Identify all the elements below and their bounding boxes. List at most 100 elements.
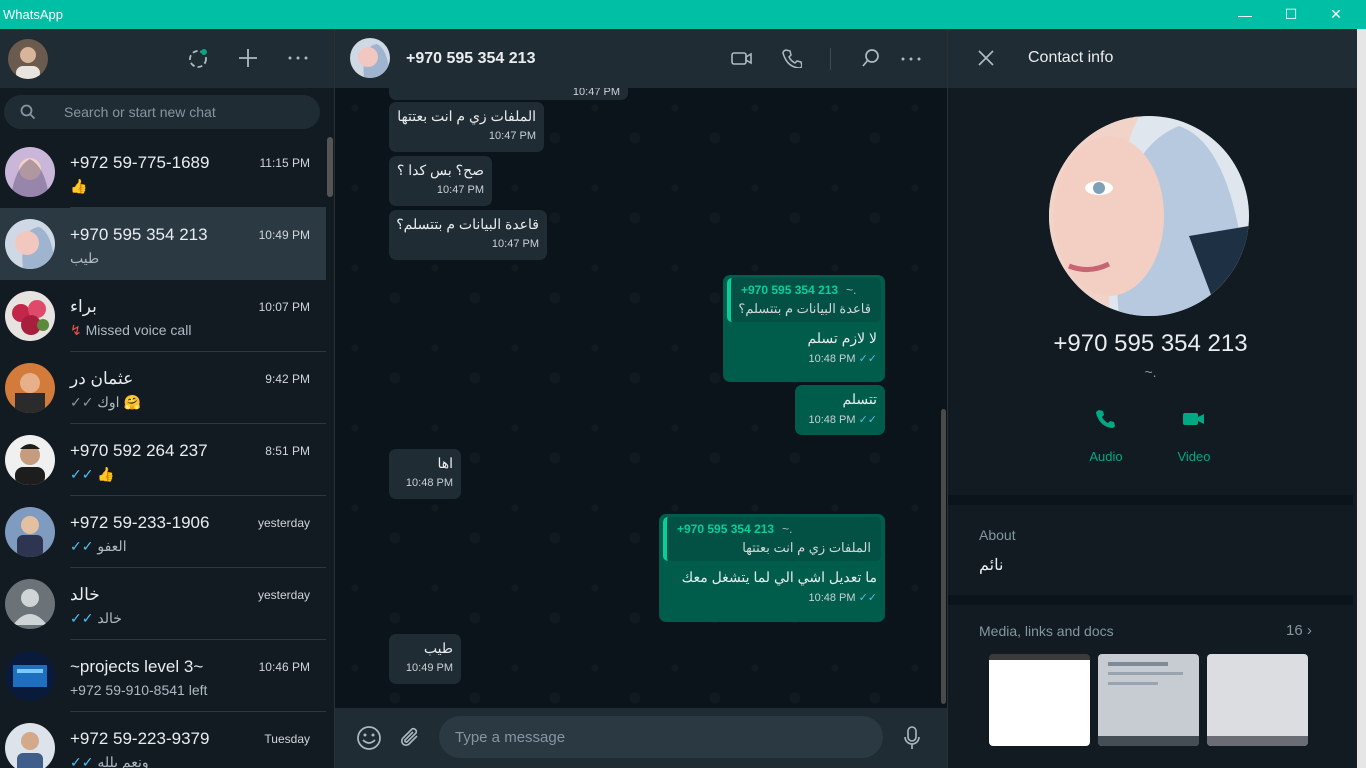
my-avatar[interactable]: [8, 39, 48, 79]
message-bubble-outgoing[interactable]: +970 595 354 213 ~. الملفات زي م انت بعتت…: [659, 514, 885, 622]
window-scrollbar[interactable]: [1357, 29, 1366, 768]
message-text: تتسلم: [842, 391, 877, 407]
chat-list: +972 59-775-1689 11:15 PM 👍 +970 595 354…: [0, 136, 326, 768]
video-call-button[interactable]: Video: [1164, 408, 1224, 464]
chat-time: yesterday: [257, 588, 310, 602]
media-count-link[interactable]: 16 ›: [1286, 622, 1312, 639]
chat-time: 11:15 PM: [259, 156, 310, 170]
message-text: صح؟ بس كدا ؟: [396, 162, 484, 178]
message-bubble-incoming[interactable]: اها 10:48 PM: [389, 449, 461, 499]
conversation-pane: +970 595 354 213 10:47 PM الملفات زي م ا…: [335, 29, 947, 768]
search-box[interactable]: [4, 95, 320, 129]
message-text: ما تعديل اشي الي لما يتشغل معك: [681, 569, 877, 585]
chat-name: براء: [70, 297, 97, 316]
avatar: [5, 291, 55, 341]
media-thumbnail[interactable]: [989, 654, 1090, 746]
quoted-message[interactable]: +970 595 354 213 ~. الملفات زي م انت بعتت…: [663, 517, 881, 561]
chat-preview: ✓✓ اوك 🤗: [70, 394, 141, 410]
conversation-header[interactable]: +970 595 354 213: [335, 29, 947, 88]
chat-name: +970 592 264 237: [70, 441, 208, 460]
contact-avatar[interactable]: [350, 38, 390, 78]
avatar: [5, 147, 55, 197]
video-call-icon[interactable]: [731, 48, 753, 74]
menu-icon[interactable]: [900, 48, 922, 76]
message-scrollbar[interactable]: [941, 409, 946, 704]
chat-time: 10:46 PM: [258, 660, 310, 674]
chat-name: +970 595 354 213: [70, 225, 208, 244]
missed-call-icon: ↯: [70, 322, 86, 338]
message-time: 10:47 PM: [491, 238, 539, 250]
profile-card: +970 595 354 213 ~. Audio Video: [948, 88, 1353, 495]
avatar: [5, 435, 55, 485]
profile-photo[interactable]: [1049, 116, 1249, 316]
voice-call-icon[interactable]: [782, 48, 803, 74]
chat-item[interactable]: ~projects level 3~ 10:46 PM +972 59-910-…: [0, 640, 326, 712]
avatar: [5, 507, 55, 557]
message-bubble-incoming[interactable]: الملفات زي م انت بعتتها 10:47 PM: [389, 102, 544, 152]
media-count: 16: [1286, 622, 1303, 639]
contact-title[interactable]: +970 595 354 213: [406, 50, 535, 68]
quote-author: +970 595 354 213: [677, 522, 775, 536]
close-icon[interactable]: [977, 49, 995, 73]
chat-item[interactable]: +972 59-233-1906 yesterday ✓✓ العفو: [0, 496, 326, 568]
about-text: نائم: [979, 557, 1004, 574]
video-icon: [1182, 413, 1206, 433]
chat-preview: طيب: [70, 250, 100, 266]
message-text: الملفات زي م انت بعتتها: [397, 108, 536, 124]
chat-item[interactable]: +970 592 264 237 8:51 PM ✓✓ 👍: [0, 424, 326, 496]
chat-item[interactable]: خالد yesterday ✓✓ خالد: [0, 568, 326, 640]
read-ticks-icon: ✓✓: [858, 592, 877, 604]
message-area[interactable]: 10:47 PM الملفات زي م انت بعتتها 10:47 P…: [335, 74, 947, 708]
chat-item[interactable]: +972 59-775-1689 11:15 PM 👍: [0, 136, 326, 208]
chevron-right-icon: ›: [1306, 622, 1312, 639]
read-ticks-icon: ✓✓: [70, 754, 94, 768]
menu-icon[interactable]: [287, 47, 309, 75]
chat-item[interactable]: براء 10:07 PM ↯ Missed voice call: [0, 280, 326, 352]
message-text: لا لازم تسلم: [807, 330, 877, 346]
read-ticks-icon: ✓✓: [858, 353, 877, 365]
chat-name: +972 59-233-1906: [70, 513, 210, 532]
window-titlebar: WhatsApp — ☐ ✕: [0, 0, 1366, 29]
avatar: [5, 579, 55, 629]
chat-preview: ✓✓ 👍: [70, 466, 115, 482]
quote-author: +970 595 354 213: [741, 283, 839, 297]
search-input[interactable]: [64, 95, 304, 129]
phone-icon: [1095, 410, 1117, 433]
message-bubble-incoming[interactable]: صح؟ بس كدا ؟ 10:47 PM: [389, 156, 492, 206]
quote-text: قاعدة البيانات م بتتسلم؟: [738, 301, 871, 316]
chat-item[interactable]: عثمان در 9:42 PM ✓✓ اوك 🤗: [0, 352, 326, 424]
chat-time: yesterday: [257, 516, 310, 530]
divider: [948, 595, 1353, 605]
chat-time: 10:49 PM: [258, 228, 310, 242]
message-input[interactable]: [439, 716, 883, 758]
chat-item[interactable]: +970 595 354 213 10:49 PM طيب: [0, 208, 326, 280]
message-bubble-outgoing[interactable]: تتسلم 10:48 PM ✓✓: [795, 385, 885, 435]
microphone-icon[interactable]: [903, 725, 921, 757]
chat-item[interactable]: +972 59-223-9379 Tuesday ✓✓ ونعم بلله: [0, 712, 326, 768]
chat-list-scrollbar[interactable]: [327, 137, 333, 197]
minimize-button[interactable]: —: [1222, 0, 1268, 29]
search-icon[interactable]: [861, 48, 881, 74]
status-icon[interactable]: [187, 48, 209, 76]
search-icon: [20, 104, 36, 125]
maximize-button[interactable]: ☐: [1268, 0, 1314, 29]
message-bubble-incoming[interactable]: قاعدة البيانات م بتتسلم؟ 10:47 PM: [389, 210, 547, 260]
quote-text: الملفات زي م انت بعتتها: [742, 540, 871, 555]
audio-call-button[interactable]: Audio: [1076, 408, 1136, 464]
quoted-message[interactable]: +970 595 354 213 ~. قاعدة البيانات م بتتس…: [727, 278, 881, 322]
close-window-button[interactable]: ✕: [1313, 0, 1359, 29]
media-thumbnail[interactable]: [1098, 654, 1199, 746]
emoji-icon[interactable]: [356, 725, 382, 757]
quote-tilde: ~.: [782, 522, 793, 536]
new-chat-icon[interactable]: [237, 47, 259, 75]
media-title[interactable]: Media, links and docs: [979, 623, 1114, 639]
media-thumbnail[interactable]: [1207, 654, 1308, 746]
attach-icon[interactable]: [398, 726, 422, 756]
avatar: [5, 219, 55, 269]
chat-name: +972 59-223-9379: [70, 729, 210, 748]
message-time: 10:48 PM: [808, 414, 856, 426]
message-bubble-incoming[interactable]: طيب 10:49 PM: [389, 634, 461, 684]
chat-time: 10:07 PM: [258, 300, 310, 314]
message-bubble-outgoing[interactable]: +970 595 354 213 ~. قاعدة البيانات م بتتس…: [723, 275, 885, 382]
avatar: [5, 363, 55, 413]
